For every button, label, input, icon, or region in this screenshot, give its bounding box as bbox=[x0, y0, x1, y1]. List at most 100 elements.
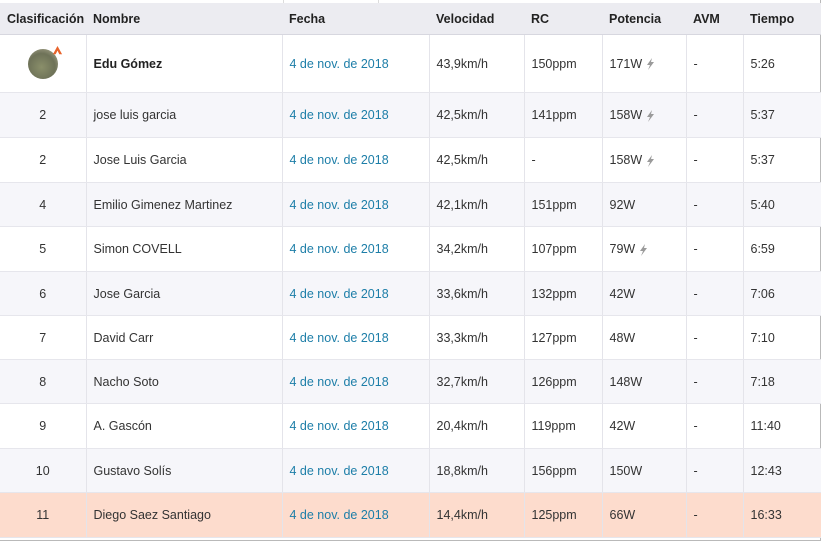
power-cell: 92W bbox=[601, 182, 686, 227]
power-value: 171W bbox=[609, 56, 643, 71]
date-link[interactable]: 4 de nov. de 2018 bbox=[281, 182, 429, 227]
time-value: 16:33 bbox=[742, 492, 821, 538]
col-header-speed[interactable]: Velocidad bbox=[429, 3, 524, 35]
table-row[interactable]: 4 Emilio Gimenez Martinez 4 de nov. de 201… bbox=[0, 182, 821, 227]
col-header-rank[interactable]: Clasificación bbox=[0, 3, 86, 35]
rc-value: - bbox=[523, 137, 602, 183]
speed-value: 14,4km/h bbox=[428, 492, 524, 538]
table-row[interactable]: 2 jose luis garcia 4 de nov. de 2018 42,5km… bbox=[0, 92, 821, 138]
table-row[interactable]: 7 David Carr 4 de nov. de 2018 33,3km/h 127p… bbox=[0, 315, 821, 360]
rank-cell: 2 bbox=[0, 92, 86, 138]
col-header-avm[interactable]: AVM bbox=[686, 3, 743, 35]
power-value: 150W bbox=[609, 463, 643, 478]
power-cell: 42W bbox=[601, 271, 686, 316]
avm-value: - bbox=[685, 182, 743, 227]
col-header-time[interactable]: Tiempo bbox=[743, 3, 821, 35]
athlete-name[interactable]: Edu Gómez bbox=[85, 34, 282, 93]
rank-number: 11 bbox=[36, 508, 50, 522]
date-link[interactable]: 4 de nov. de 2018 bbox=[281, 492, 429, 538]
power-value: 148W bbox=[609, 374, 643, 389]
date-link[interactable]: 4 de nov. de 2018 bbox=[281, 315, 429, 360]
time-value: 6:59 bbox=[742, 226, 821, 272]
rc-value: 127ppm bbox=[523, 315, 602, 360]
col-header-power[interactable]: Potencia bbox=[602, 3, 686, 35]
speed-value: 42,5km/h bbox=[428, 137, 524, 183]
avm-value: - bbox=[685, 34, 743, 93]
table-row[interactable]: 11 Diego Saez Santiago 4 de nov. de 2018 14… bbox=[0, 492, 821, 538]
time-value: 5:40 bbox=[742, 182, 821, 227]
power-cell: 48W bbox=[601, 315, 686, 360]
avatar[interactable] bbox=[27, 45, 62, 79]
athlete-name[interactable]: Jose Luis Garcia bbox=[85, 137, 282, 183]
date-link[interactable]: 4 de nov. de 2018 bbox=[281, 226, 429, 272]
rc-value: 119ppm bbox=[523, 403, 602, 449]
rank-cell bbox=[0, 34, 86, 93]
col-header-name[interactable]: Nombre bbox=[86, 3, 282, 35]
athlete-name[interactable]: Jose Garcia bbox=[85, 271, 282, 316]
avm-value: - bbox=[685, 492, 743, 538]
date-link[interactable]: 4 de nov. de 2018 bbox=[281, 34, 429, 93]
table-body: Edu Gómez 4 de nov. de 2018 43,9km/h 150ppm… bbox=[0, 34, 821, 538]
avm-value: - bbox=[685, 359, 743, 404]
avm-value: - bbox=[685, 315, 743, 360]
athlete-name[interactable]: jose luis garcia bbox=[85, 92, 282, 138]
avm-value: - bbox=[685, 448, 743, 493]
date-link[interactable]: 4 de nov. de 2018 bbox=[281, 271, 429, 316]
power-cell: 171W bbox=[601, 34, 686, 93]
date-link[interactable]: 4 de nov. de 2018 bbox=[281, 403, 429, 449]
col-header-date[interactable]: Fecha bbox=[282, 3, 429, 35]
power-cell: 148W bbox=[601, 359, 686, 404]
athlete-name[interactable]: Diego Saez Santiago bbox=[85, 492, 282, 538]
lightning-bolt-icon bbox=[647, 154, 655, 167]
time-value: 7:18 bbox=[742, 359, 821, 404]
power-cell: 79W bbox=[601, 226, 686, 272]
lightning-bolt-icon bbox=[640, 243, 648, 256]
athlete-name[interactable]: Nacho Soto bbox=[85, 359, 282, 404]
athlete-name[interactable]: Emilio Gimenez Martinez bbox=[85, 182, 282, 227]
power-value: 158W bbox=[609, 108, 643, 122]
power-cell: 66W bbox=[601, 492, 686, 538]
rc-value: 151ppm bbox=[523, 182, 602, 227]
speed-value: 42,1km/h bbox=[428, 182, 524, 227]
rc-value: 141ppm bbox=[523, 92, 602, 138]
date-link[interactable]: 4 de nov. de 2018 bbox=[281, 137, 429, 183]
rc-value: 156ppm bbox=[523, 448, 602, 493]
athlete-name[interactable]: David Carr bbox=[85, 315, 282, 360]
athlete-name[interactable]: A. Gascón bbox=[85, 403, 282, 449]
table-row[interactable]: 8 Nacho Soto 4 de nov. de 2018 32,7km/h 126p… bbox=[0, 359, 821, 404]
power-value: 48W bbox=[609, 330, 636, 345]
time-value: 12:43 bbox=[742, 448, 821, 493]
rank-cell: 4 bbox=[0, 182, 86, 227]
rank-cell: 7 bbox=[0, 315, 86, 360]
avm-value: - bbox=[685, 137, 743, 183]
col-header-rc[interactable]: RC bbox=[524, 3, 602, 35]
rank-number: 8 bbox=[39, 374, 47, 389]
table-row[interactable]: 5 Simon COVELL 4 de nov. de 2018 34,2km/h 10… bbox=[0, 226, 821, 272]
athlete-name[interactable]: Simon COVELL bbox=[85, 226, 282, 272]
strava-badge-icon bbox=[52, 45, 62, 54]
speed-value: 33,6km/h bbox=[428, 271, 524, 316]
speed-value: 18,8km/h bbox=[428, 448, 524, 493]
power-cell: 158W bbox=[601, 137, 686, 183]
time-value: 7:06 bbox=[742, 271, 821, 316]
table-row[interactable]: 10 Gustavo Solís 4 de nov. de 2018 18,8km/h… bbox=[0, 448, 821, 493]
date-link[interactable]: 4 de nov. de 2018 bbox=[281, 92, 429, 138]
time-value: 5:37 bbox=[742, 92, 821, 138]
rank-cell: 2 bbox=[0, 137, 86, 183]
power-value: 42W bbox=[609, 286, 636, 301]
power-value: 92W bbox=[609, 197, 636, 212]
table-row[interactable]: 6 Jose Garcia 4 de nov. de 2018 33,6km/h 132… bbox=[0, 271, 821, 316]
rc-value: 150ppm bbox=[523, 34, 602, 93]
rank-number: 2 bbox=[39, 108, 47, 122]
power-cell: 150W bbox=[601, 448, 686, 493]
table-row[interactable]: 2 Jose Luis Garcia 4 de nov. de 2018 42,5km… bbox=[0, 137, 821, 183]
date-link[interactable]: 4 de nov. de 2018 bbox=[281, 448, 429, 493]
power-value: 42W bbox=[609, 419, 636, 433]
athlete-name[interactable]: Gustavo Solís bbox=[85, 448, 282, 493]
avm-value: - bbox=[685, 92, 743, 138]
table-row[interactable]: 9 A. Gascón 4 de nov. de 2018 20,4km/h 119pp… bbox=[0, 403, 821, 449]
power-cell: 158W bbox=[601, 92, 686, 138]
date-link[interactable]: 4 de nov. de 2018 bbox=[281, 359, 429, 404]
rank-number: 9 bbox=[39, 419, 47, 433]
table-row[interactable]: Edu Gómez 4 de nov. de 2018 43,9km/h 150ppm… bbox=[0, 34, 821, 93]
